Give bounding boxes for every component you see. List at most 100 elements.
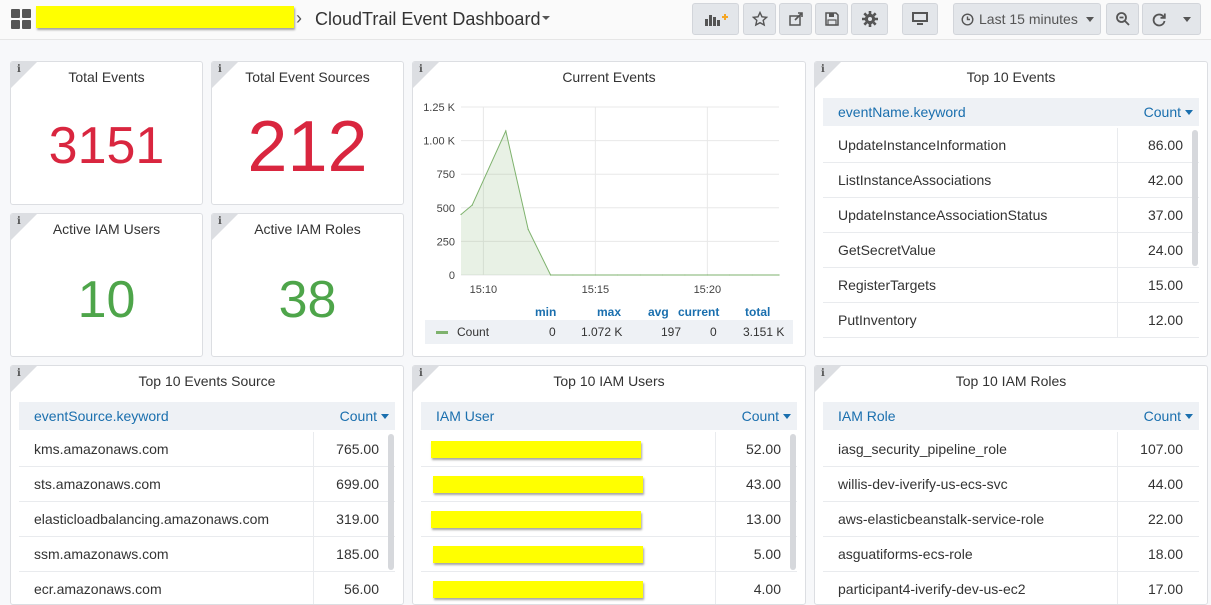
column-header-count-label: Count [1143, 104, 1181, 120]
magnifier-icon [1115, 12, 1130, 26]
panel-title[interactable]: Top 10 Events [815, 69, 1207, 85]
count-cell: 42.00 [1117, 163, 1183, 198]
legend-min: 0 [549, 325, 556, 339]
column-header-name[interactable]: IAM User [436, 408, 494, 424]
graph-legend-table: min max avg current total Count 0 1.072 … [425, 302, 793, 344]
tv-mode-button[interactable] [902, 3, 938, 35]
legend-total: 3.151 K [743, 325, 785, 339]
chevron-down-icon[interactable] [542, 16, 550, 20]
column-header-name[interactable]: IAM Role [838, 408, 896, 424]
legend-series-name[interactable]: Count [457, 325, 489, 339]
column-header-name[interactable]: eventSource.keyword [34, 408, 169, 424]
data-point [572, 274, 574, 276]
sort-desc-icon [1185, 109, 1193, 115]
table-row: 4.00 [421, 572, 797, 604]
count-cell: 185.00 [313, 537, 379, 572]
column-header-count[interactable]: Count [1144, 408, 1193, 424]
table-scrollbar[interactable] [790, 434, 796, 570]
dashboard-title[interactable]: CloudTrail Event Dashboard [315, 9, 540, 30]
legend-header-current[interactable]: current [678, 305, 719, 319]
iam-role-cell: iasg_security_pipeline_role [838, 441, 1007, 457]
column-header-count[interactable]: Count [1144, 104, 1193, 120]
gear-icon [861, 11, 878, 27]
time-picker-button[interactable]: Last 15 minutes [953, 3, 1101, 35]
iam-user-redacted [433, 546, 643, 563]
add-panel-button[interactable] [692, 3, 739, 35]
data-point [639, 274, 641, 276]
table-row: 43.00 [421, 467, 797, 502]
panel-title[interactable]: Top 10 IAM Roles [815, 373, 1207, 389]
panel-title[interactable]: Active IAM Users [11, 221, 202, 237]
column-header-count[interactable]: Count [340, 408, 389, 424]
star-button[interactable] [743, 3, 776, 35]
chevron-down-icon[interactable] [1183, 16, 1191, 22]
table-row: willis-dev-iverify-us-ecs-svc 44.00 [823, 467, 1199, 502]
table-row: ecr.amazonaws.com 56.00 [19, 572, 395, 604]
table-row: RegisterTargets 15.00 [823, 268, 1199, 303]
table-row: participant4-iverify-dev-us-ec2 17.00 [823, 572, 1199, 604]
panel-title[interactable]: Top 10 Events Source [11, 373, 403, 389]
table-row: UpdateInstanceAssociationStatus 37.00 [823, 198, 1199, 233]
y-tick-label: 1.00 K [423, 136, 455, 148]
event-name-cell: RegisterTargets [838, 277, 937, 293]
iam-role-cell: asguatiforms-ecs-role [838, 546, 973, 562]
save-button[interactable] [815, 3, 848, 35]
x-tick-label: 15:15 [582, 284, 610, 296]
folder-name-redacted[interactable] [36, 6, 294, 28]
graph-panel-current-events: i Current Events 0 250 500 750 1.00 K 1.25 K1… [412, 61, 806, 357]
table-header: IAM User Count [421, 402, 797, 430]
legend-header-max[interactable]: max [597, 305, 621, 319]
count-cell: 56.00 [313, 572, 379, 604]
count-cell: 699.00 [313, 467, 379, 502]
dashboard-grid-icon[interactable] [11, 9, 31, 29]
panel-title[interactable]: Active IAM Roles [212, 221, 403, 237]
legend-avg: 197 [661, 325, 682, 339]
table-row: ListInstanceAssociations 42.00 [823, 163, 1199, 198]
legend-series-row[interactable]: Count 0 1.072 K 197 0 3.151 K [425, 320, 793, 344]
y-tick-label: 500 [437, 203, 455, 215]
event-source-cell: kms.amazonaws.com [34, 441, 169, 457]
table-scrollbar[interactable] [1192, 130, 1198, 266]
event-name-cell: PutInventory [838, 312, 917, 328]
count-cell: 17.00 [1117, 572, 1183, 604]
sort-desc-icon [381, 413, 389, 419]
share-button[interactable] [779, 3, 812, 35]
stat-value: 3151 [48, 117, 165, 175]
iam-user-redacted [433, 581, 643, 598]
iam-user-redacted [433, 476, 643, 493]
zoom-out-button[interactable] [1106, 3, 1139, 35]
data-point [661, 274, 664, 276]
current-events-chart[interactable]: 0 250 500 750 1.00 K 1.25 K 15:10 15:15 15:20 [413, 62, 805, 302]
data-point [460, 213, 462, 216]
y-tick-label: 1.25 K [423, 102, 455, 114]
event-name-cell: UpdateInstanceAssociationStatus [838, 207, 1048, 223]
table-row: 13.00 [421, 502, 797, 537]
legend-header-avg[interactable]: avg [648, 305, 669, 319]
count-cell: 22.00 [1117, 502, 1183, 537]
panel-title[interactable]: Total Events [11, 69, 202, 85]
table-row: elasticloadbalancing.amazonaws.com 319.00 [19, 502, 395, 537]
table-scrollbar[interactable] [388, 434, 394, 570]
panel-title[interactable]: Top 10 IAM Users [413, 373, 805, 389]
column-header-name[interactable]: eventName.keyword [838, 104, 966, 120]
count-cell: 107.00 [1117, 432, 1183, 467]
refresh-button[interactable] [1142, 3, 1201, 35]
legend-header-min[interactable]: min [535, 305, 556, 319]
time-range-label: Last 15 minutes [979, 11, 1078, 27]
panel-title[interactable]: Total Event Sources [212, 69, 403, 85]
column-header-count-label: Count [741, 408, 779, 424]
table-row: iasg_security_pipeline_role 107.00 [823, 432, 1199, 467]
legend-header-total[interactable]: total [745, 305, 770, 319]
legend-header-row: min max avg current total [425, 302, 793, 320]
stat-panel-total-sources: i Total Event Sources 212 [211, 61, 404, 205]
legend-max: 1.072 K [581, 325, 623, 339]
settings-button[interactable] [851, 3, 888, 35]
iam-user-redacted [431, 441, 641, 458]
count-cell: 24.00 [1117, 233, 1183, 268]
sort-desc-icon [1185, 413, 1193, 419]
column-header-count[interactable]: Count [742, 408, 791, 424]
event-name-cell: ListInstanceAssociations [838, 172, 992, 188]
y-tick-label: 750 [437, 169, 455, 181]
legend-current: 0 [710, 325, 717, 339]
table-body: kms.amazonaws.com 765.00 sts.amazonaws.co… [19, 432, 395, 604]
